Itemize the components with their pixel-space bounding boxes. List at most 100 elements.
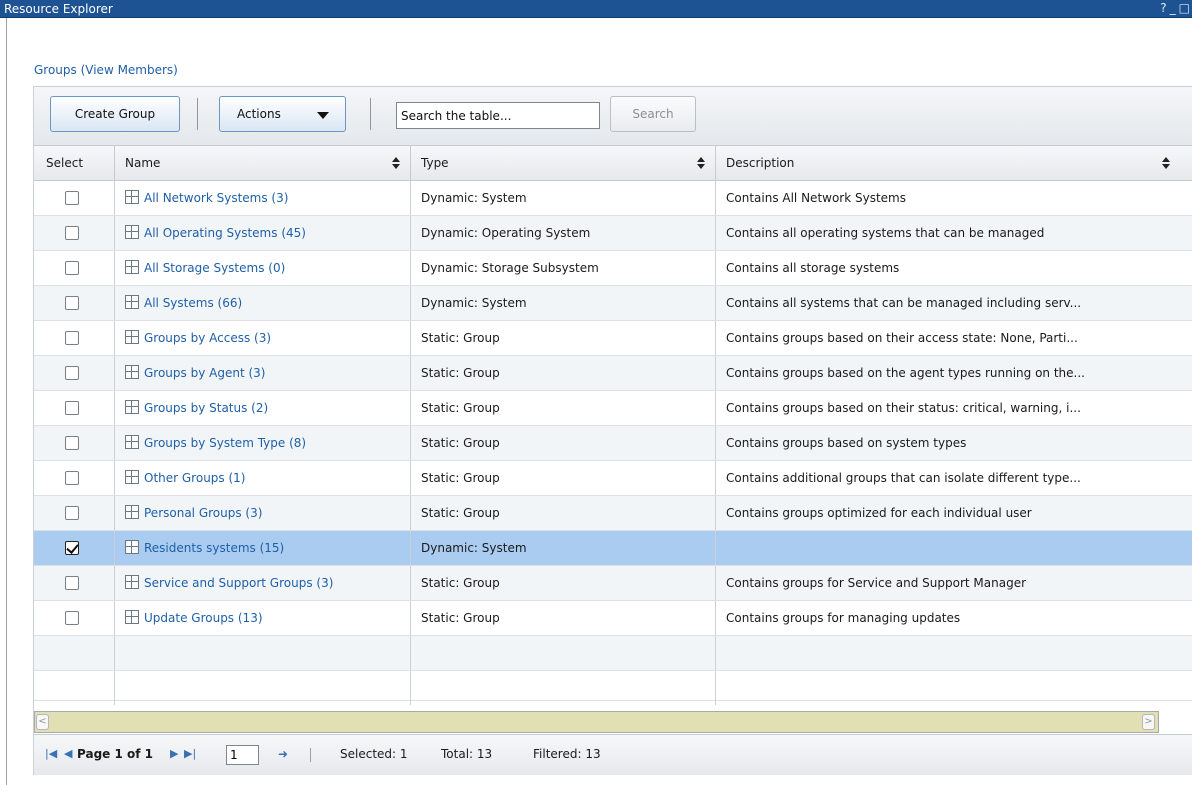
- next-page-icon[interactable]: ▶: [170, 747, 178, 760]
- name-cell: [115, 636, 411, 670]
- table-row[interactable]: All Network Systems (3) Dynamic: System Co…: [34, 181, 1192, 216]
- row-checkbox[interactable]: [65, 331, 79, 345]
- column-header-type[interactable]: Type: [411, 146, 716, 180]
- last-page-icon[interactable]: ▶|: [184, 747, 196, 760]
- group-icon: [125, 365, 139, 379]
- row-checkbox[interactable]: [65, 366, 79, 380]
- horizontal-scrollbar[interactable]: < >: [34, 711, 1159, 733]
- description-cell: Contains groups based on the agent types…: [726, 366, 1085, 380]
- table-row[interactable]: Personal Groups (3) Static: Group Contains…: [34, 496, 1192, 531]
- row-checkbox[interactable]: [65, 296, 79, 310]
- group-icon: [125, 330, 139, 344]
- group-name-link[interactable]: Update Groups (13): [144, 611, 263, 625]
- table-row[interactable]: Update Groups (13) Static: Group Contains …: [34, 601, 1192, 636]
- type-cell: Static: Group: [411, 601, 716, 635]
- row-checkbox[interactable]: [65, 261, 79, 275]
- select-cell: [34, 496, 115, 530]
- pagination-bar: |◀ ◀ Page 1 of 1 ▶ ▶| ➜ Selected: 1 Tota…: [34, 734, 1192, 775]
- group-name-link[interactable]: All Network Systems (3): [144, 191, 288, 205]
- group-name-link[interactable]: Service and Support Groups (3): [144, 576, 333, 590]
- type-cell: Dynamic: Operating System: [411, 216, 716, 250]
- sort-icon[interactable]: [1162, 157, 1170, 169]
- select-cell: [34, 321, 115, 355]
- row-checkbox[interactable]: [65, 611, 79, 625]
- sort-icon[interactable]: [697, 157, 705, 169]
- minimize-icon[interactable]: _: [1170, 1, 1176, 16]
- search-input[interactable]: [396, 102, 600, 129]
- group-name-link[interactable]: Groups by Agent (3): [144, 366, 265, 380]
- filtered-count: Filtered: 13: [533, 747, 601, 761]
- table-row[interactable]: Groups by Agent (3) Static: Group Contains…: [34, 356, 1192, 391]
- group-icon: [125, 435, 139, 449]
- table-row[interactable]: All Operating Systems (45) Dynamic: Opera…: [34, 216, 1192, 251]
- type-cell: Static: Group: [411, 321, 716, 355]
- empty-row: [34, 671, 1192, 705]
- actions-dropdown[interactable]: Actions: [219, 96, 346, 132]
- sort-icon[interactable]: [392, 157, 400, 169]
- type-cell: Dynamic: Storage Subsystem: [411, 251, 716, 285]
- group-name-link[interactable]: Groups by Status (2): [144, 401, 268, 415]
- select-cell: [34, 566, 115, 600]
- maximize-icon[interactable]: □: [1179, 1, 1190, 16]
- type-cell: Static: Group: [411, 356, 716, 390]
- search-button[interactable]: Search: [610, 96, 696, 132]
- go-arrow-icon[interactable]: ➜: [278, 747, 288, 761]
- total-count: Total: 13: [441, 747, 493, 761]
- column-header-description[interactable]: Description: [716, 146, 1192, 180]
- group-name-link[interactable]: All Operating Systems (45): [144, 226, 306, 240]
- row-checkbox[interactable]: [65, 401, 79, 415]
- table-row[interactable]: Other Groups (1) Static: Group Contains ad…: [34, 461, 1192, 496]
- group-name-link[interactable]: Residents systems (15): [144, 541, 284, 555]
- group-name-link[interactable]: All Storage Systems (0): [144, 261, 285, 275]
- scroll-right-icon[interactable]: >: [1142, 714, 1155, 730]
- select-cell: [34, 426, 115, 460]
- selected-count: Selected: 1: [340, 747, 408, 761]
- row-checkbox[interactable]: [65, 191, 79, 205]
- description-cell: Contains groups for managing updates: [726, 611, 961, 625]
- row-checkbox[interactable]: [65, 541, 79, 555]
- column-header-select[interactable]: Select: [34, 146, 115, 180]
- group-icon: [125, 260, 139, 274]
- name-cell: Service and Support Groups (3): [115, 566, 411, 600]
- table-row[interactable]: All Storage Systems (0) Dynamic: Storage …: [34, 251, 1192, 286]
- group-name-link[interactable]: Other Groups (1): [144, 471, 245, 485]
- group-icon: [125, 190, 139, 204]
- table-row[interactable]: All Systems (66) Dynamic: System Contains …: [34, 286, 1192, 321]
- column-header-name[interactable]: Name: [115, 146, 411, 180]
- description-cell: [716, 636, 1192, 670]
- group-name-link[interactable]: Groups by Access (3): [144, 331, 271, 345]
- create-group-button[interactable]: Create Group: [50, 96, 180, 132]
- groups-view-members-link[interactable]: Groups (View Members): [34, 63, 178, 77]
- table-row[interactable]: Groups by System Type (8) Static: Group Co…: [34, 426, 1192, 461]
- group-icon: [125, 295, 139, 309]
- column-header-name-label: Name: [125, 156, 161, 170]
- table-row[interactable]: Service and Support Groups (3) Static: Gr…: [34, 566, 1192, 601]
- row-checkbox[interactable]: [65, 576, 79, 590]
- group-name-link[interactable]: All Systems (66): [144, 296, 242, 310]
- description-cell: Contains all operating systems that can …: [726, 226, 1045, 240]
- row-checkbox[interactable]: [65, 471, 79, 485]
- column-header-type-label: Type: [421, 156, 449, 170]
- group-name-link[interactable]: Groups by System Type (8): [144, 436, 306, 450]
- type-cell: Dynamic: System: [411, 531, 716, 565]
- page-number-input[interactable]: [226, 745, 259, 765]
- first-page-icon[interactable]: |◀: [45, 747, 57, 760]
- group-name-link[interactable]: Personal Groups (3): [144, 506, 262, 520]
- select-cell: [34, 636, 115, 670]
- row-checkbox[interactable]: [65, 436, 79, 450]
- table-row[interactable]: Groups by Access (3) Static: Group Contain…: [34, 321, 1192, 356]
- previous-page-icon[interactable]: ◀: [64, 747, 72, 760]
- table-toolbar: Create Group Actions Search: [34, 87, 1192, 146]
- row-checkbox[interactable]: [65, 506, 79, 520]
- row-checkbox[interactable]: [65, 226, 79, 240]
- group-icon: [125, 225, 139, 239]
- table-row[interactable]: Groups by Status (2) Static: Group Contain…: [34, 391, 1192, 426]
- select-cell: [34, 181, 115, 215]
- select-cell: [34, 356, 115, 390]
- select-cell: [34, 601, 115, 635]
- page-label: Page 1 of 1: [77, 747, 153, 761]
- help-icon[interactable]: ?: [1160, 1, 1166, 16]
- scroll-left-icon[interactable]: <: [36, 714, 49, 730]
- name-cell: Residents systems (15): [115, 531, 411, 565]
- table-row[interactable]: Residents systems (15) Dynamic: System: [34, 531, 1192, 566]
